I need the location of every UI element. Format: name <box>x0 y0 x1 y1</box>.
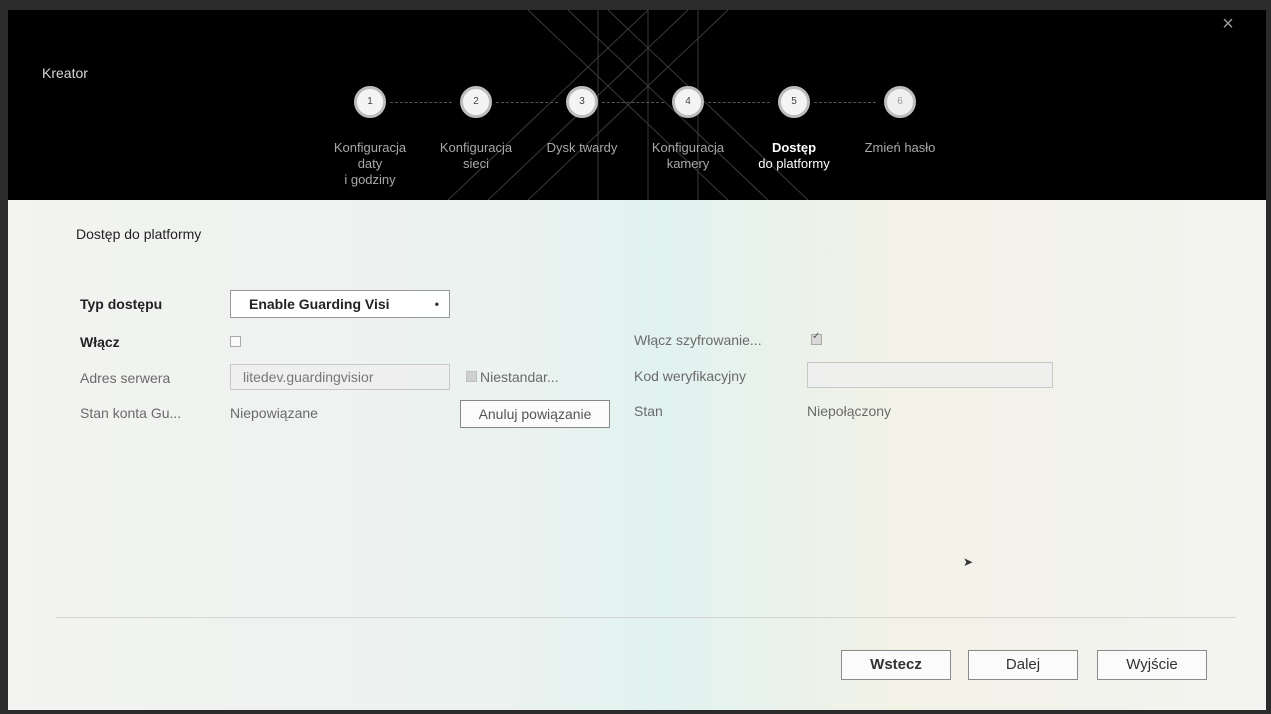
background-overlay <box>8 200 1266 710</box>
mouse-cursor-icon: ➤ <box>963 555 974 569</box>
step-3-label: Dysk twardy <box>546 140 618 155</box>
wizard-window: Kreator × 1 2 3 4 5 6 Konfiguracja daty … <box>0 0 1271 714</box>
wizard-title: Kreator <box>42 65 88 81</box>
chevron-down-icon: • <box>434 297 439 311</box>
back-button[interactable]: Wstecz <box>841 650 951 680</box>
next-button[interactable]: Dalej <box>968 650 1078 680</box>
server-address-field[interactable]: litedev.guardingvisior <box>230 364 450 390</box>
step-5-indicator[interactable]: 5 <box>778 86 810 118</box>
verification-code-field[interactable] <box>807 362 1053 388</box>
unbind-button[interactable]: Anuluj powiązanie <box>460 400 610 428</box>
access-type-select[interactable]: Enable Guarding Visi • <box>230 290 450 318</box>
account-state-label: Stan konta Gu... <box>80 405 182 421</box>
step-6-label: Zmień hasło <box>864 140 936 155</box>
step-connector <box>602 102 664 103</box>
status-value: Niepołączony <box>807 403 892 419</box>
account-state-value: Niepowiązane <box>230 405 318 421</box>
step-1-indicator[interactable]: 1 <box>354 86 386 118</box>
custom-server-checkbox[interactable] <box>466 371 477 382</box>
access-type-label: Typ dostępu <box>80 296 163 312</box>
status-label: Stan <box>634 403 663 419</box>
step-connector <box>814 102 876 103</box>
step-6-indicator[interactable]: 6 <box>884 86 916 118</box>
wizard-content: Dostęp do platformy Typ dostępu Enable G… <box>8 200 1266 710</box>
exit-button[interactable]: Wyjście <box>1097 650 1207 680</box>
step-3-indicator[interactable]: 3 <box>566 86 598 118</box>
step-connector <box>496 102 558 103</box>
encryption-checkbox[interactable] <box>811 331 822 345</box>
section-title: Dostęp do platformy <box>76 226 202 242</box>
step-connector <box>390 102 452 103</box>
step-connector <box>708 102 770 103</box>
step-4-label: Konfiguracja kamery <box>651 140 725 171</box>
step-1-label: Konfiguracja daty i godziny <box>333 140 407 187</box>
enable-label: Włącz <box>80 334 120 350</box>
step-2-label: Konfiguracja sieci <box>439 140 513 171</box>
verification-code-label: Kod weryfikacyjny <box>634 368 747 384</box>
server-address-label: Adres serwera <box>80 370 171 386</box>
custom-server-label: Niestandar... <box>480 369 559 385</box>
wizard-header: Kreator × 1 2 3 4 5 6 Konfiguracja daty … <box>8 10 1266 200</box>
encryption-label: Włącz szyfrowanie... <box>634 332 762 348</box>
footer-divider <box>56 617 1236 618</box>
step-4-indicator[interactable]: 4 <box>672 86 704 118</box>
step-5-label: Dostęp do platformy <box>758 140 830 171</box>
step-2-indicator[interactable]: 2 <box>460 86 492 118</box>
enable-checkbox[interactable] <box>230 336 241 347</box>
close-icon[interactable]: × <box>1218 14 1238 34</box>
